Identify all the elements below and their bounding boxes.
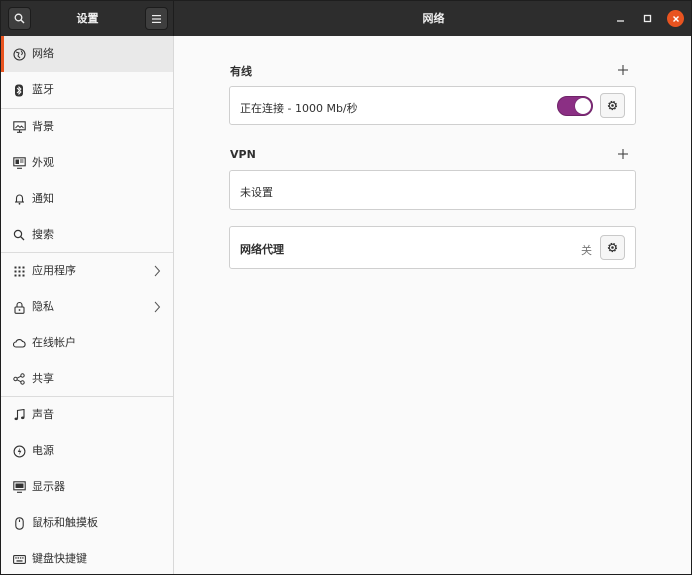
bluetooth-icon — [12, 83, 26, 97]
add-vpn-button[interactable] — [616, 147, 630, 161]
search-icon — [12, 228, 26, 242]
sidebar-item-mouse-touchpad[interactable]: 鼠标和触摸板 — [1, 505, 173, 541]
wired-connection-status: 正在连接 - 1000 Mb/秒 — [240, 102, 358, 115]
appearance-icon — [12, 156, 26, 170]
sidebar-item-label: 在线帐户 — [32, 336, 76, 349]
sidebar-item-sound[interactable]: 声音 — [1, 397, 173, 433]
network-globe-icon — [12, 47, 26, 61]
sidebar-item-search[interactable]: 搜索 — [1, 217, 173, 253]
sidebar-item-label: 共享 — [32, 372, 54, 385]
sidebar-item-label: 外观 — [32, 156, 54, 169]
add-wired-connection-button[interactable] — [616, 63, 630, 77]
sidebar-item-background[interactable]: 背景 — [1, 109, 173, 145]
hamburger-menu-icon — [152, 14, 161, 23]
sidebar-item-label: 网络 — [32, 47, 54, 60]
lock-icon — [12, 300, 26, 314]
proxy-title: 网络代理 — [240, 243, 284, 256]
vpn-section-title: VPN — [230, 148, 256, 161]
power-icon — [12, 444, 26, 458]
sidebar-item-label: 键盘快捷键 — [32, 552, 87, 565]
vpn-row: 未设置 — [229, 170, 636, 210]
sidebar-item-label: 隐私 — [32, 300, 54, 313]
sidebar-item-label: 通知 — [32, 192, 54, 205]
sidebar-item-keyboard-shortcuts[interactable]: 键盘快捷键 — [1, 541, 173, 574]
sidebar-item-label: 声音 — [32, 408, 54, 421]
mouse-icon — [12, 516, 26, 530]
sidebar-item-label: 显示器 — [32, 480, 65, 493]
cloud-icon — [12, 336, 26, 350]
wired-toggle-switch[interactable] — [557, 96, 593, 116]
vpn-status: 未设置 — [240, 186, 273, 199]
wired-connection-row: 正在连接 - 1000 Mb/秒 — [229, 86, 636, 125]
sidebar-item-label: 背景 — [32, 120, 54, 133]
sidebar-item-power[interactable]: 电源 — [1, 433, 173, 469]
music-note-icon — [12, 408, 26, 422]
sidebar: 网络 蓝牙 背景 外观 通知 搜索 应用程序 隐私 在线帐户 共享 声音 电源 … — [1, 36, 174, 574]
sidebar-header: 设置 — [1, 1, 174, 36]
close-icon — [672, 15, 679, 22]
display-icon — [12, 480, 26, 494]
wired-section-title: 有线 — [230, 65, 252, 78]
maximize-icon — [643, 14, 652, 23]
sidebar-item-label: 鼠标和触摸板 — [32, 516, 98, 529]
search-button[interactable] — [8, 7, 31, 30]
menu-button[interactable] — [145, 7, 168, 30]
sidebar-item-notifications[interactable]: 通知 — [1, 181, 173, 217]
minimize-icon — [617, 20, 624, 22]
close-button[interactable] — [667, 10, 684, 27]
proxy-settings-button[interactable] — [600, 235, 625, 260]
sidebar-item-network[interactable]: 网络 — [1, 36, 173, 72]
sidebar-item-online-accounts[interactable]: 在线帐户 — [1, 325, 173, 361]
network-proxy-row[interactable]: 网络代理 关 — [229, 226, 636, 269]
sidebar-item-appearance[interactable]: 外观 — [1, 145, 173, 181]
sidebar-item-label: 蓝牙 — [32, 83, 54, 96]
background-monitor-icon — [12, 120, 26, 134]
apps-grid-icon — [12, 264, 26, 278]
network-panel: 有线 正在连接 - 1000 Mb/秒 VPN 未设置 网络代理 关 — [175, 36, 691, 574]
sidebar-item-label: 电源 — [32, 444, 54, 457]
chevron-right-icon — [154, 301, 161, 313]
chevron-right-icon — [154, 265, 161, 277]
gear-icon — [607, 242, 618, 253]
sidebar-item-sharing[interactable]: 共享 — [1, 361, 173, 397]
keyboard-icon — [12, 552, 26, 566]
bell-icon — [12, 192, 26, 206]
sidebar-item-applications[interactable]: 应用程序 — [1, 253, 173, 289]
switch-knob — [575, 98, 591, 114]
search-icon — [14, 13, 25, 24]
sidebar-item-label: 应用程序 — [32, 264, 76, 277]
gear-icon — [607, 100, 618, 111]
sidebar-item-label: 搜索 — [32, 228, 54, 241]
minimize-button[interactable] — [612, 10, 629, 27]
wired-settings-button[interactable] — [600, 93, 625, 118]
header-bar: 设置 网络 — [1, 1, 691, 36]
sidebar-item-privacy[interactable]: 隐私 — [1, 289, 173, 325]
share-icon — [12, 372, 26, 386]
plus-icon — [618, 149, 628, 159]
proxy-status: 关 — [581, 244, 592, 257]
plus-icon — [618, 65, 628, 75]
settings-window: 设置 网络 网络 蓝牙 背景 外观 通知 搜索 应用程序 隐私 在线帐户 共享 … — [0, 0, 692, 575]
sidebar-item-bluetooth[interactable]: 蓝牙 — [1, 72, 173, 108]
maximize-button[interactable] — [639, 10, 656, 27]
sidebar-item-displays[interactable]: 显示器 — [1, 469, 173, 505]
